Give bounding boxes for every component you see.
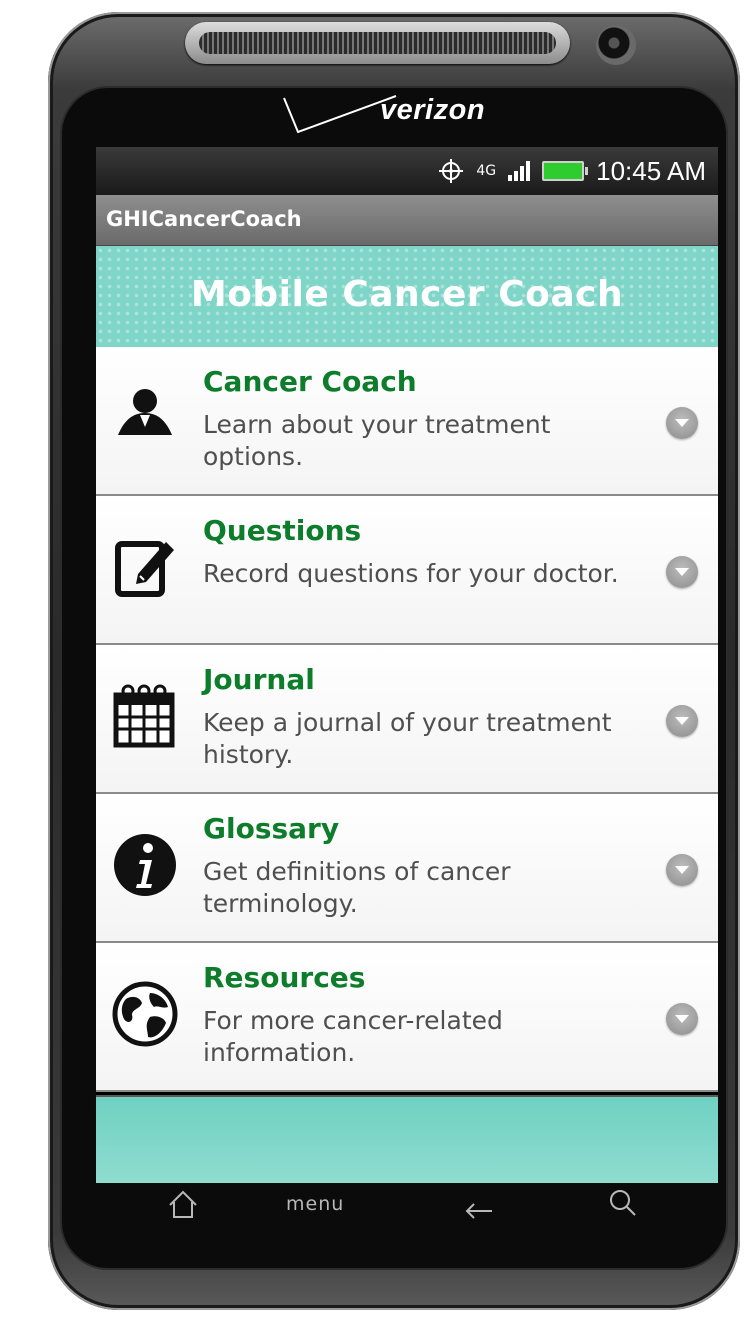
menu-item-journal[interactable]: Journal Keep a journal of your treatment… bbox=[96, 645, 718, 794]
home-button[interactable] bbox=[166, 1187, 200, 1227]
search-button[interactable] bbox=[606, 1187, 640, 1227]
chevron-down-icon[interactable] bbox=[666, 407, 698, 439]
menu-item-description: Get definitions of cancer terminology. bbox=[203, 857, 511, 918]
edit-note-icon bbox=[115, 541, 174, 597]
globe-icon bbox=[112, 981, 178, 1047]
menu-item-description: Keep a journal of your treatment history… bbox=[203, 708, 612, 769]
menu-item-label: Cancer Coach bbox=[203, 365, 417, 398]
gps-icon bbox=[439, 159, 464, 183]
status-clock: 10:45 AM bbox=[596, 155, 706, 186]
front-camera bbox=[596, 25, 636, 65]
calendar-icon bbox=[113, 684, 175, 748]
menu-item-cancer-coach[interactable]: Cancer Coach Learn about your treatment … bbox=[96, 347, 718, 496]
back-icon bbox=[465, 1203, 492, 1219]
chevron-down-icon[interactable] bbox=[666, 854, 698, 886]
network-4g-icon: 4G bbox=[476, 163, 497, 179]
carrier-name: verizon bbox=[380, 94, 486, 126]
app-title-bar: GHICancerCoach bbox=[96, 195, 718, 246]
menu-item-label: Questions bbox=[203, 514, 362, 547]
menu-button[interactable]: menu bbox=[286, 1193, 344, 1233]
info-icon bbox=[114, 834, 176, 896]
menu-item-description: Record questions for your doctor. bbox=[203, 559, 619, 588]
chevron-down-icon[interactable] bbox=[666, 556, 698, 588]
home-icon bbox=[169, 1190, 197, 1218]
earpiece-speaker bbox=[185, 22, 570, 64]
screen: 4G 10:45 AM GHICancerCoach Mobile Cancer… bbox=[96, 147, 718, 1183]
battery-icon bbox=[542, 161, 589, 181]
menu-item-description: For more cancer-related information. bbox=[203, 1006, 503, 1067]
status-bar: 4G 10:45 AM bbox=[96, 147, 718, 195]
chevron-down-icon[interactable] bbox=[666, 705, 698, 737]
header-banner: Mobile Cancer Coach bbox=[96, 246, 718, 347]
chevron-down-icon[interactable] bbox=[666, 1003, 698, 1035]
menu-item-label: Glossary bbox=[203, 812, 340, 845]
menu-button-label: menu bbox=[286, 1193, 345, 1215]
person-icon bbox=[118, 389, 172, 435]
menu-item-label: Journal bbox=[203, 663, 315, 696]
search-icon bbox=[610, 1190, 636, 1216]
menu-item-description: Learn about your treatment options. bbox=[203, 410, 551, 471]
signal-icon bbox=[508, 161, 531, 181]
menu-item-glossary[interactable]: Glossary Get definitions of cancer termi… bbox=[96, 794, 718, 943]
hardware-nav-bar: menu bbox=[96, 1183, 718, 1243]
menu-item-questions[interactable]: Questions Record questions for your doct… bbox=[96, 496, 718, 645]
footer-band bbox=[96, 1095, 718, 1183]
menu-item-resources[interactable]: Resources For more cancer-related inform… bbox=[96, 943, 718, 1092]
app-title: GHICancerCoach bbox=[106, 207, 302, 231]
header-title: Mobile Cancer Coach bbox=[190, 274, 624, 315]
menu-item-label: Resources bbox=[203, 961, 366, 994]
carrier-logo: verizon bbox=[280, 94, 520, 142]
back-button[interactable] bbox=[462, 1187, 496, 1227]
main-menu-list: Cancer Coach Learn about your treatment … bbox=[96, 347, 718, 1092]
